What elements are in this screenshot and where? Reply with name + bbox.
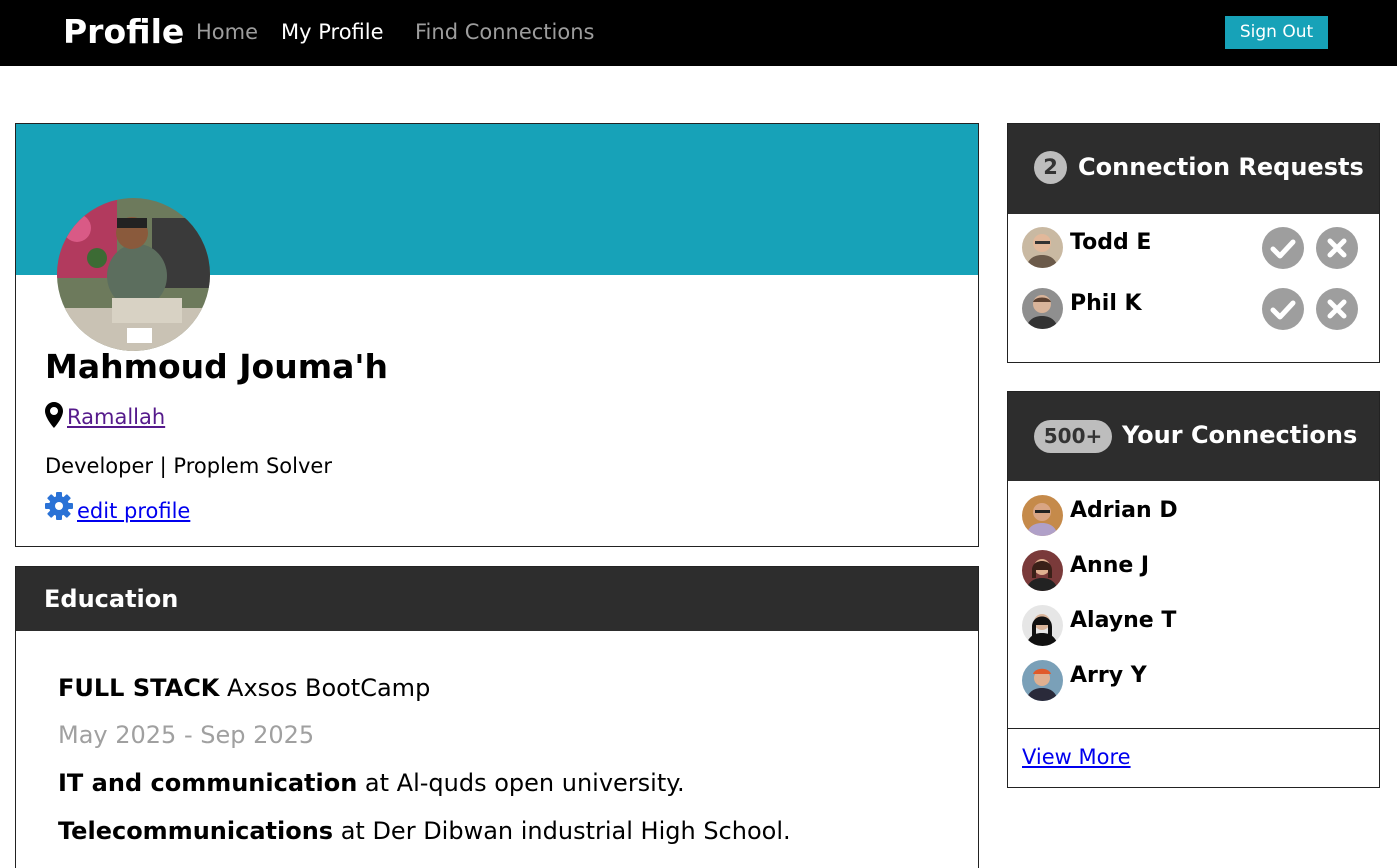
reject-button[interactable] [1316,227,1358,269]
connection-name[interactable]: Adrian D [1070,498,1178,523]
check-icon [1270,300,1296,320]
nav-link-find-connections[interactable]: Find Connections [415,20,594,44]
requests-title: Connection Requests [1078,153,1364,181]
nav-link-home[interactable]: Home [196,20,258,44]
education-title: Education [44,585,179,613]
avatar[interactable] [1022,227,1063,268]
view-more-link[interactable]: View More [1022,745,1131,769]
request-row: Phil K [1022,288,1367,330]
sign-out-button[interactable]: Sign Out [1225,16,1328,49]
education-dates: May 2025 - Sep 2025 [58,721,315,749]
reject-button[interactable] [1316,288,1358,330]
close-icon [1327,238,1347,258]
avatar [1022,495,1063,536]
education-entry: FULL STACK Axsos BootCamp [58,674,430,702]
connection-row[interactable]: Alayne T [1022,605,1367,647]
connection-row[interactable]: Anne J [1022,550,1367,592]
location-link[interactable]: Ramallah [67,405,165,429]
request-name[interactable]: Todd E [1070,230,1151,255]
gear-icon [45,492,73,525]
connection-name[interactable]: Anne J [1070,553,1149,578]
map-pin-icon [45,402,63,433]
connections-header: 500+ Your Connections [1008,392,1379,481]
brand-logo[interactable]: Profile [63,12,184,51]
education-entry-title: Telecommunications [58,817,334,845]
connection-requests-card: 2 Connection Requests Todd E Phil K [1007,123,1380,363]
profile-card: Mahmoud Jouma'h Ramallah Developer | Pro… [15,123,979,547]
accept-button[interactable] [1262,288,1304,330]
avatar [1022,605,1063,646]
connection-row[interactable]: Adrian D [1022,495,1367,537]
avatar [1022,550,1063,591]
education-card: Education FULL STACK Axsos BootCamp May … [15,566,979,868]
education-entry-title: IT and communication [58,769,358,797]
edit-profile-link[interactable]: edit profile [77,499,190,523]
connection-row[interactable]: Arry Y [1022,660,1367,702]
education-entry: Telecommunications at Der Dibwan industr… [58,817,791,845]
education-entry-place: at Der Dibwan industrial High School. [333,817,791,845]
requests-header: 2 Connection Requests [1008,124,1379,214]
education-header: Education [16,567,978,631]
education-entry-place: at Al-quds open university. [357,769,685,797]
close-icon [1327,299,1347,319]
connections-count-badge: 500+ [1034,420,1112,453]
connection-name[interactable]: Arry Y [1070,663,1147,688]
connections-title: Your Connections [1122,421,1358,449]
check-icon [1270,239,1296,259]
connection-name[interactable]: Alayne T [1070,608,1176,633]
education-entry-place: Axsos BootCamp [219,674,431,702]
education-entry: IT and communication at Al-quds open uni… [58,769,685,797]
education-entry-title: FULL STACK [58,674,220,702]
accept-button[interactable] [1262,227,1304,269]
requests-count-badge: 2 [1034,151,1067,184]
request-row: Todd E [1022,227,1367,269]
connections-footer: View More [1008,728,1379,787]
edit-profile: edit profile [45,492,190,525]
profile-headline: Developer | Proplem Solver [45,454,332,478]
profile-name: Mahmoud Jouma'h [45,347,388,386]
avatar [1022,660,1063,701]
avatar[interactable] [1022,288,1063,329]
request-name[interactable]: Phil K [1070,291,1142,316]
top-navbar: Profile Home My Profile Find Connections… [0,0,1397,66]
connections-card: 500+ Your Connections Adrian D Anne J Al… [1007,391,1380,788]
profile-location: Ramallah [45,402,165,433]
profile-avatar [57,198,210,351]
nav-link-my-profile[interactable]: My Profile [281,20,384,44]
